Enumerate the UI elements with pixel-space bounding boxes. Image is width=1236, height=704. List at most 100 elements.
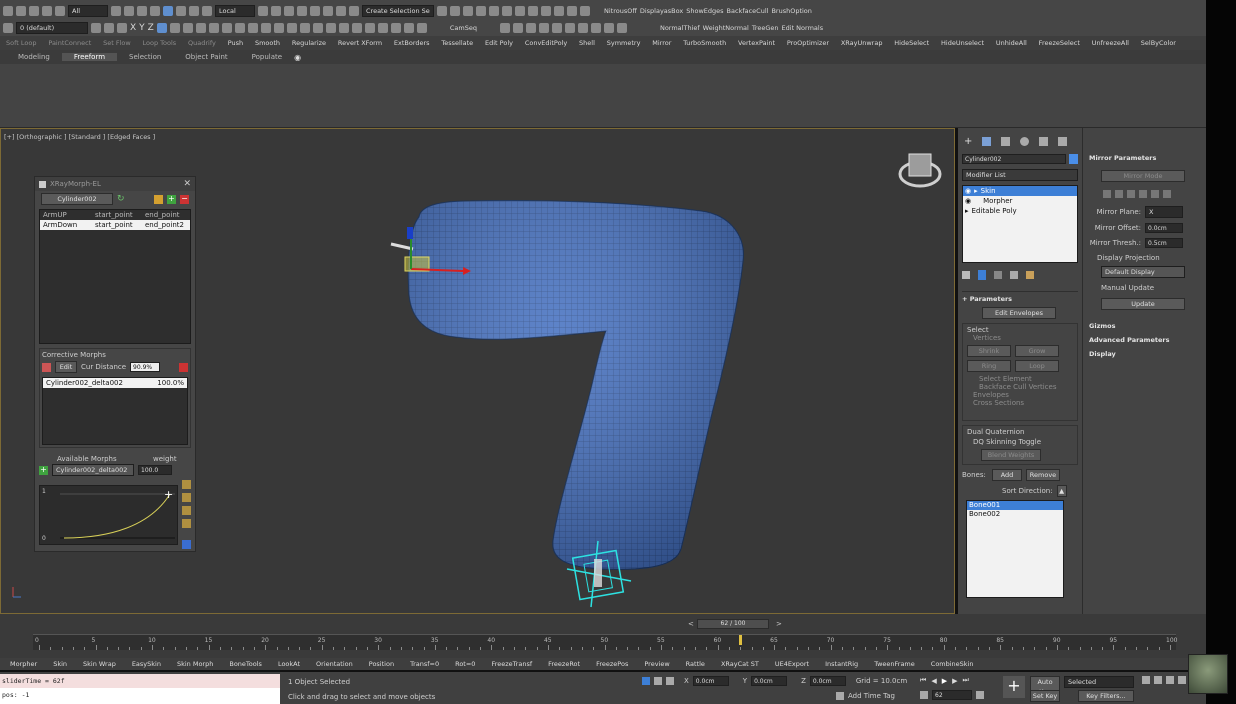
tool-ag-icon[interactable]: [616, 23, 627, 33]
stack-item-morpher[interactable]: ◉ Morpher: [963, 196, 1077, 206]
unfreezeall-button[interactable]: UnfreezeAll: [1092, 39, 1129, 47]
show-end-result-icon[interactable]: [978, 270, 986, 280]
viewcube-icon[interactable]: [898, 153, 942, 188]
mirror-offset-field[interactable]: 0.0cm: [1145, 223, 1183, 233]
configure-sets-icon[interactable]: [1026, 271, 1034, 279]
tool-c-icon[interactable]: [117, 23, 127, 33]
tool-f-icon[interactable]: [195, 23, 206, 33]
next-frame-icon[interactable]: ▶: [952, 677, 957, 685]
y-coordinate-field[interactable]: 0.0cm: [751, 676, 788, 686]
add-time-tag-button[interactable]: Add Time Tag: [848, 692, 895, 700]
scene-explorer-icon[interactable]: [476, 6, 486, 16]
curve-tool-d-icon[interactable]: [182, 519, 191, 528]
tab-selection[interactable]: Selection: [117, 53, 173, 61]
rect-select-icon[interactable]: [137, 6, 147, 16]
custom-tool-button[interactable]: Preview: [636, 660, 677, 668]
arm-mesh[interactable]: [407, 199, 744, 570]
grow-button[interactable]: Grow: [1015, 345, 1059, 357]
tab-populate[interactable]: Populate: [240, 53, 294, 61]
manual-update-checkbox[interactable]: Manual Update: [1101, 284, 1202, 292]
create-tab-icon[interactable]: +: [964, 136, 972, 147]
morph-targets-list[interactable]: ArmUP start_point end_point ArmDown star…: [39, 209, 191, 344]
tool-r-icon[interactable]: [351, 23, 362, 33]
turbosmooth-button[interactable]: TurboSmooth: [683, 39, 726, 47]
custom-tool-button[interactable]: Skin Wrap: [75, 660, 124, 668]
xy-plane-icon[interactable]: [156, 23, 167, 33]
tool-z-icon[interactable]: [525, 23, 536, 33]
time-config-icon[interactable]: [976, 691, 984, 699]
quick-nitrousoff[interactable]: NitrousOff: [604, 7, 637, 15]
edit-poly-button[interactable]: Edit Poly: [485, 39, 513, 47]
z-coordinate-field[interactable]: 0.0cm: [809, 676, 846, 686]
material-editor-icon[interactable]: [515, 6, 525, 16]
percent-snap-icon[interactable]: [323, 6, 333, 16]
curve-tool-c-icon[interactable]: [182, 506, 191, 515]
remove-modifier-icon[interactable]: [1010, 271, 1018, 279]
tool-j-icon[interactable]: [247, 23, 258, 33]
hideunselect-button[interactable]: HideUnselect: [941, 39, 984, 47]
layer-explorer-icon[interactable]: [463, 6, 473, 16]
ring-button[interactable]: Ring: [967, 360, 1011, 372]
make-unique-icon[interactable]: [994, 271, 1002, 279]
modify-tab-icon[interactable]: [982, 136, 992, 146]
select-by-name-icon[interactable]: [124, 6, 134, 16]
layer-icon[interactable]: [3, 23, 13, 33]
lock-icon[interactable]: [654, 677, 662, 685]
selection-filter-dropdown[interactable]: All: [68, 5, 108, 17]
blend-weights-button[interactable]: Blend Weights: [981, 449, 1041, 461]
quick-showedges[interactable]: ShowEdges: [686, 7, 723, 15]
push-button[interactable]: Push: [228, 39, 243, 47]
motion-tab-icon[interactable]: [1020, 136, 1030, 146]
isolate-icon[interactable]: [642, 677, 650, 685]
parameters-rollout-title[interactable]: + Parameters: [962, 295, 1078, 303]
mirror-thresh-field[interactable]: 0.5cm: [1145, 238, 1183, 248]
tool-ab-icon[interactable]: [551, 23, 562, 33]
schematic-icon[interactable]: [502, 6, 512, 16]
select-element-checkbox[interactable]: Select Element: [979, 375, 1073, 383]
list-item[interactable]: Cylinder002_delta002 100.0%: [43, 378, 187, 388]
weight-field[interactable]: 100.0: [138, 465, 172, 475]
tool-ae-icon[interactable]: [590, 23, 601, 33]
list-item[interactable]: Bone001: [967, 501, 1063, 510]
custom-tool-button[interactable]: BoneTools: [221, 660, 270, 668]
revert-xform-button[interactable]: Revert XForm: [338, 39, 382, 47]
hierarchy-tab-icon[interactable]: [1001, 136, 1011, 146]
tool-ad-icon[interactable]: [577, 23, 588, 33]
tool-k-icon[interactable]: [260, 23, 271, 33]
curve-info-icon[interactable]: [182, 540, 191, 549]
backface-cull-checkbox[interactable]: Backface Cull Vertices: [979, 383, 1073, 391]
align-icon[interactable]: [450, 6, 460, 16]
prooptimizer-button[interactable]: ProOptimizer: [787, 39, 829, 47]
render-setup-icon[interactable]: [528, 6, 538, 16]
tool-u-icon[interactable]: [390, 23, 401, 33]
timeline-track[interactable]: 0 5 10 15 20 25 30 35 40 45 50 55 60 65 70 75 80 85 90 95 10…: [33, 634, 1177, 650]
tool-v-icon[interactable]: [403, 23, 414, 33]
manipulate-icon[interactable]: [271, 6, 281, 16]
curve-tool-b-icon[interactable]: [182, 493, 191, 502]
tool-q-icon[interactable]: [338, 23, 349, 33]
current-frame-field[interactable]: 62: [932, 690, 972, 700]
mirror-paste-d-icon[interactable]: [1139, 190, 1147, 198]
display-rollout-title[interactable]: Display: [1089, 350, 1202, 358]
custom-tool-button[interactable]: FreezePos: [588, 660, 636, 668]
eye-icon[interactable]: ◉: [965, 197, 971, 205]
object-color-swatch[interactable]: [1069, 154, 1078, 164]
tool-p-icon[interactable]: [325, 23, 336, 33]
custom-tool-button[interactable]: Transf=0: [402, 660, 447, 668]
eye-icon[interactable]: ◉: [965, 187, 971, 195]
quick-displayasbox[interactable]: DisplayasBox: [640, 7, 683, 15]
render-frame-icon[interactable]: [541, 6, 551, 16]
custom-tool-button[interactable]: UE4Export: [767, 660, 817, 668]
window-crossing-icon[interactable]: [150, 6, 160, 16]
go-to-start-icon[interactable]: ⏮: [920, 676, 926, 685]
select-object-icon[interactable]: [111, 6, 121, 16]
morph-icon[interactable]: [42, 362, 51, 372]
update-button[interactable]: Update: [1101, 298, 1185, 310]
tool-t-icon[interactable]: [377, 23, 388, 33]
zoom-extents-icon[interactable]: [1166, 676, 1174, 684]
treegen-button[interactable]: TreeGen: [752, 24, 779, 32]
loop-button[interactable]: Loop: [1015, 360, 1059, 372]
tool-x-icon[interactable]: [499, 23, 510, 33]
shrink-button[interactable]: Shrink: [967, 345, 1011, 357]
cur-distance-field[interactable]: 90.9%: [130, 362, 161, 372]
